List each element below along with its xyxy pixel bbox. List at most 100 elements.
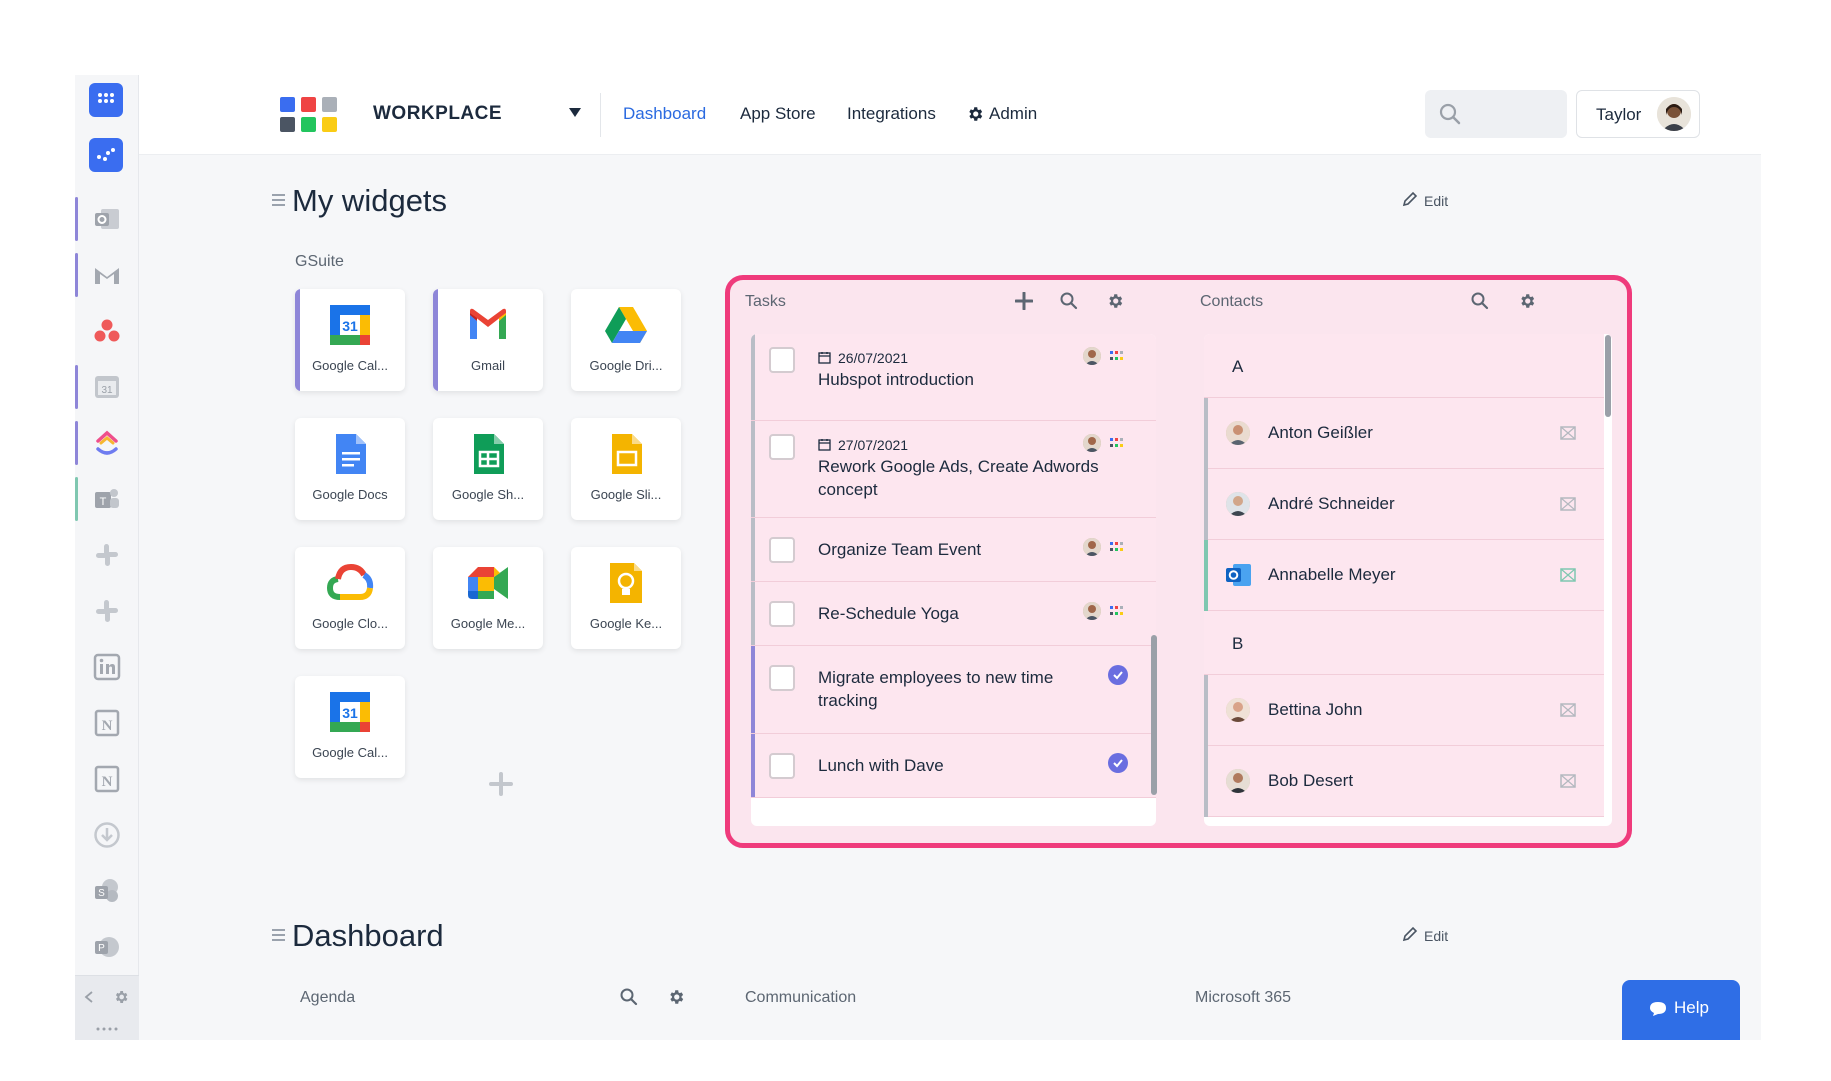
mail-icon[interactable] — [1560, 773, 1576, 789]
rail-download[interactable] — [75, 807, 139, 863]
rail-notion-2[interactable]: N — [75, 751, 139, 807]
gmail-gray-icon — [95, 268, 119, 284]
task-checkbox[interactable] — [769, 665, 795, 691]
linkedin-gray-icon — [93, 653, 121, 681]
nav-app-store[interactable]: App Store — [740, 104, 816, 124]
svg-text:31: 31 — [101, 385, 113, 396]
avatar — [1226, 421, 1250, 445]
dashboard-title: Dashboard — [292, 918, 444, 953]
tile-google-calendar[interactable]: 31 Google Cal... — [295, 289, 405, 391]
contact-name: Anton Geißler — [1268, 423, 1373, 442]
task-checkbox[interactable] — [769, 601, 795, 627]
edit-dashboard-button[interactable]: Edit — [1424, 928, 1448, 944]
nav-dashboard[interactable]: Dashboard — [623, 104, 706, 124]
task-item[interactable]: 27/07/2021 Rework Google Ads, Create Adw… — [751, 421, 1156, 518]
rail-slack[interactable] — [75, 527, 139, 583]
rail-slack-2[interactable] — [75, 583, 139, 639]
avatar — [1657, 97, 1691, 131]
mail-icon[interactable] — [1560, 425, 1576, 441]
nav-admin[interactable]: Admin — [989, 104, 1037, 124]
task-title: Rework Google Ads, Create Adwords concep… — [818, 457, 1099, 499]
avatar — [1226, 769, 1250, 793]
more-dots-icon[interactable] — [95, 1026, 119, 1032]
notion-gray-icon: N — [94, 765, 120, 793]
tile-google-drive[interactable]: Google Dri... — [571, 289, 681, 391]
collapse-chevron-icon[interactable] — [83, 990, 95, 1004]
tile-google-keep[interactable]: Google Ke... — [571, 547, 681, 649]
rail-teams[interactable]: T — [75, 471, 139, 527]
contact-item[interactable]: Bob Desert — [1204, 746, 1604, 817]
svg-text:31: 31 — [342, 318, 358, 334]
contacts-search-icon[interactable] — [1471, 292, 1489, 310]
task-item[interactable]: Organize Team Event — [751, 518, 1156, 582]
tile-label: Google Ke... — [589, 616, 663, 631]
contacts-scrollbar[interactable] — [1605, 335, 1611, 417]
pencil-icon[interactable] — [1402, 926, 1418, 942]
user-menu[interactable]: Taylor — [1576, 90, 1700, 138]
tile-label: Google Dri... — [589, 358, 663, 373]
contact-item[interactable]: Anton Geißler — [1204, 398, 1604, 469]
task-item[interactable]: Migrate employees to new time tracking — [751, 646, 1156, 734]
agenda-search-icon[interactable] — [620, 988, 638, 1006]
tile-google-meet[interactable]: Google Me... — [433, 547, 543, 649]
add-tile-plus-icon[interactable] — [489, 772, 513, 796]
workplace-logo[interactable] — [280, 95, 340, 133]
contacts-settings-icon[interactable] — [1518, 292, 1536, 310]
rail-powerpoint[interactable]: P — [75, 919, 139, 975]
contact-list[interactable]: A Anton Geißler André Schneider Annabell… — [1204, 334, 1612, 826]
calendar-small-icon — [818, 439, 831, 451]
rail-clickup[interactable] — [75, 415, 139, 471]
rail-asana[interactable] — [75, 303, 139, 359]
pencil-icon[interactable] — [1402, 191, 1418, 207]
tasks-settings-icon[interactable] — [1106, 292, 1124, 310]
task-list[interactable]: 26/07/2021 Hubspot introduction 27/07/20… — [751, 334, 1156, 826]
mail-icon[interactable] — [1560, 496, 1576, 512]
svg-text:T: T — [100, 496, 107, 508]
task-item[interactable]: Re-Schedule Yoga — [751, 582, 1156, 646]
rail-sharepoint[interactable]: S — [75, 863, 139, 919]
tile-google-cloud[interactable]: Google Clo... — [295, 547, 405, 649]
task-checkbox[interactable] — [769, 347, 795, 373]
rail-outlook[interactable] — [75, 191, 139, 247]
apps-grid-button[interactable] — [89, 83, 123, 117]
nav-integrations[interactable]: Integrations — [847, 104, 936, 124]
task-checkbox[interactable] — [769, 753, 795, 779]
tile-google-sheets[interactable]: Google Sh... — [433, 418, 543, 520]
add-task-plus-icon[interactable] — [1015, 292, 1033, 310]
contact-item[interactable]: Annabelle Meyer — [1204, 540, 1604, 611]
gear-icon — [969, 107, 983, 121]
tasks-scrollbar[interactable] — [1151, 635, 1157, 795]
task-title: Hubspot introduction — [818, 370, 974, 389]
mail-icon[interactable] — [1560, 567, 1576, 583]
rail-notion[interactable]: N — [75, 695, 139, 751]
task-date: 26/07/2021 — [838, 350, 909, 366]
tile-gmail[interactable]: Gmail — [433, 289, 543, 391]
task-checkbox[interactable] — [769, 434, 795, 460]
task-item[interactable]: 26/07/2021 Hubspot introduction — [751, 334, 1156, 421]
search-input[interactable] — [1425, 90, 1567, 138]
rail-gmail[interactable] — [75, 247, 139, 303]
contact-item[interactable]: Bettina John — [1204, 675, 1604, 746]
help-button[interactable]: Help — [1622, 980, 1740, 1040]
tile-google-docs[interactable]: Google Docs — [295, 418, 405, 520]
rail-calendar[interactable]: 31 — [75, 359, 139, 415]
rail-linkedin[interactable] — [75, 639, 139, 695]
drag-handle-icon[interactable] — [272, 929, 285, 941]
task-item[interactable]: Lunch with Dave — [751, 734, 1156, 798]
contact-item[interactable]: André Schneider — [1204, 469, 1604, 540]
tile-google-slides[interactable]: Google Sli... — [571, 418, 681, 520]
workplace-switcher[interactable]: WORKPLACE — [373, 103, 502, 125]
tile-google-calendar-2[interactable]: 31 Google Cal... — [295, 676, 405, 778]
task-title: Lunch with Dave — [818, 756, 944, 775]
tasks-search-icon[interactable] — [1060, 292, 1078, 310]
caret-down-icon[interactable] — [569, 108, 581, 117]
rail-settings-icon[interactable] — [113, 989, 129, 1005]
workflow-check-icon — [1108, 753, 1128, 773]
mail-icon[interactable] — [1560, 702, 1576, 718]
agenda-settings-icon[interactable] — [667, 988, 685, 1006]
task-checkbox[interactable] — [769, 537, 795, 563]
edit-widgets-button[interactable]: Edit — [1424, 193, 1448, 209]
tile-label: Google Clo... — [312, 616, 388, 631]
workflow-button[interactable] — [89, 138, 123, 172]
drag-handle-icon[interactable] — [272, 194, 285, 206]
